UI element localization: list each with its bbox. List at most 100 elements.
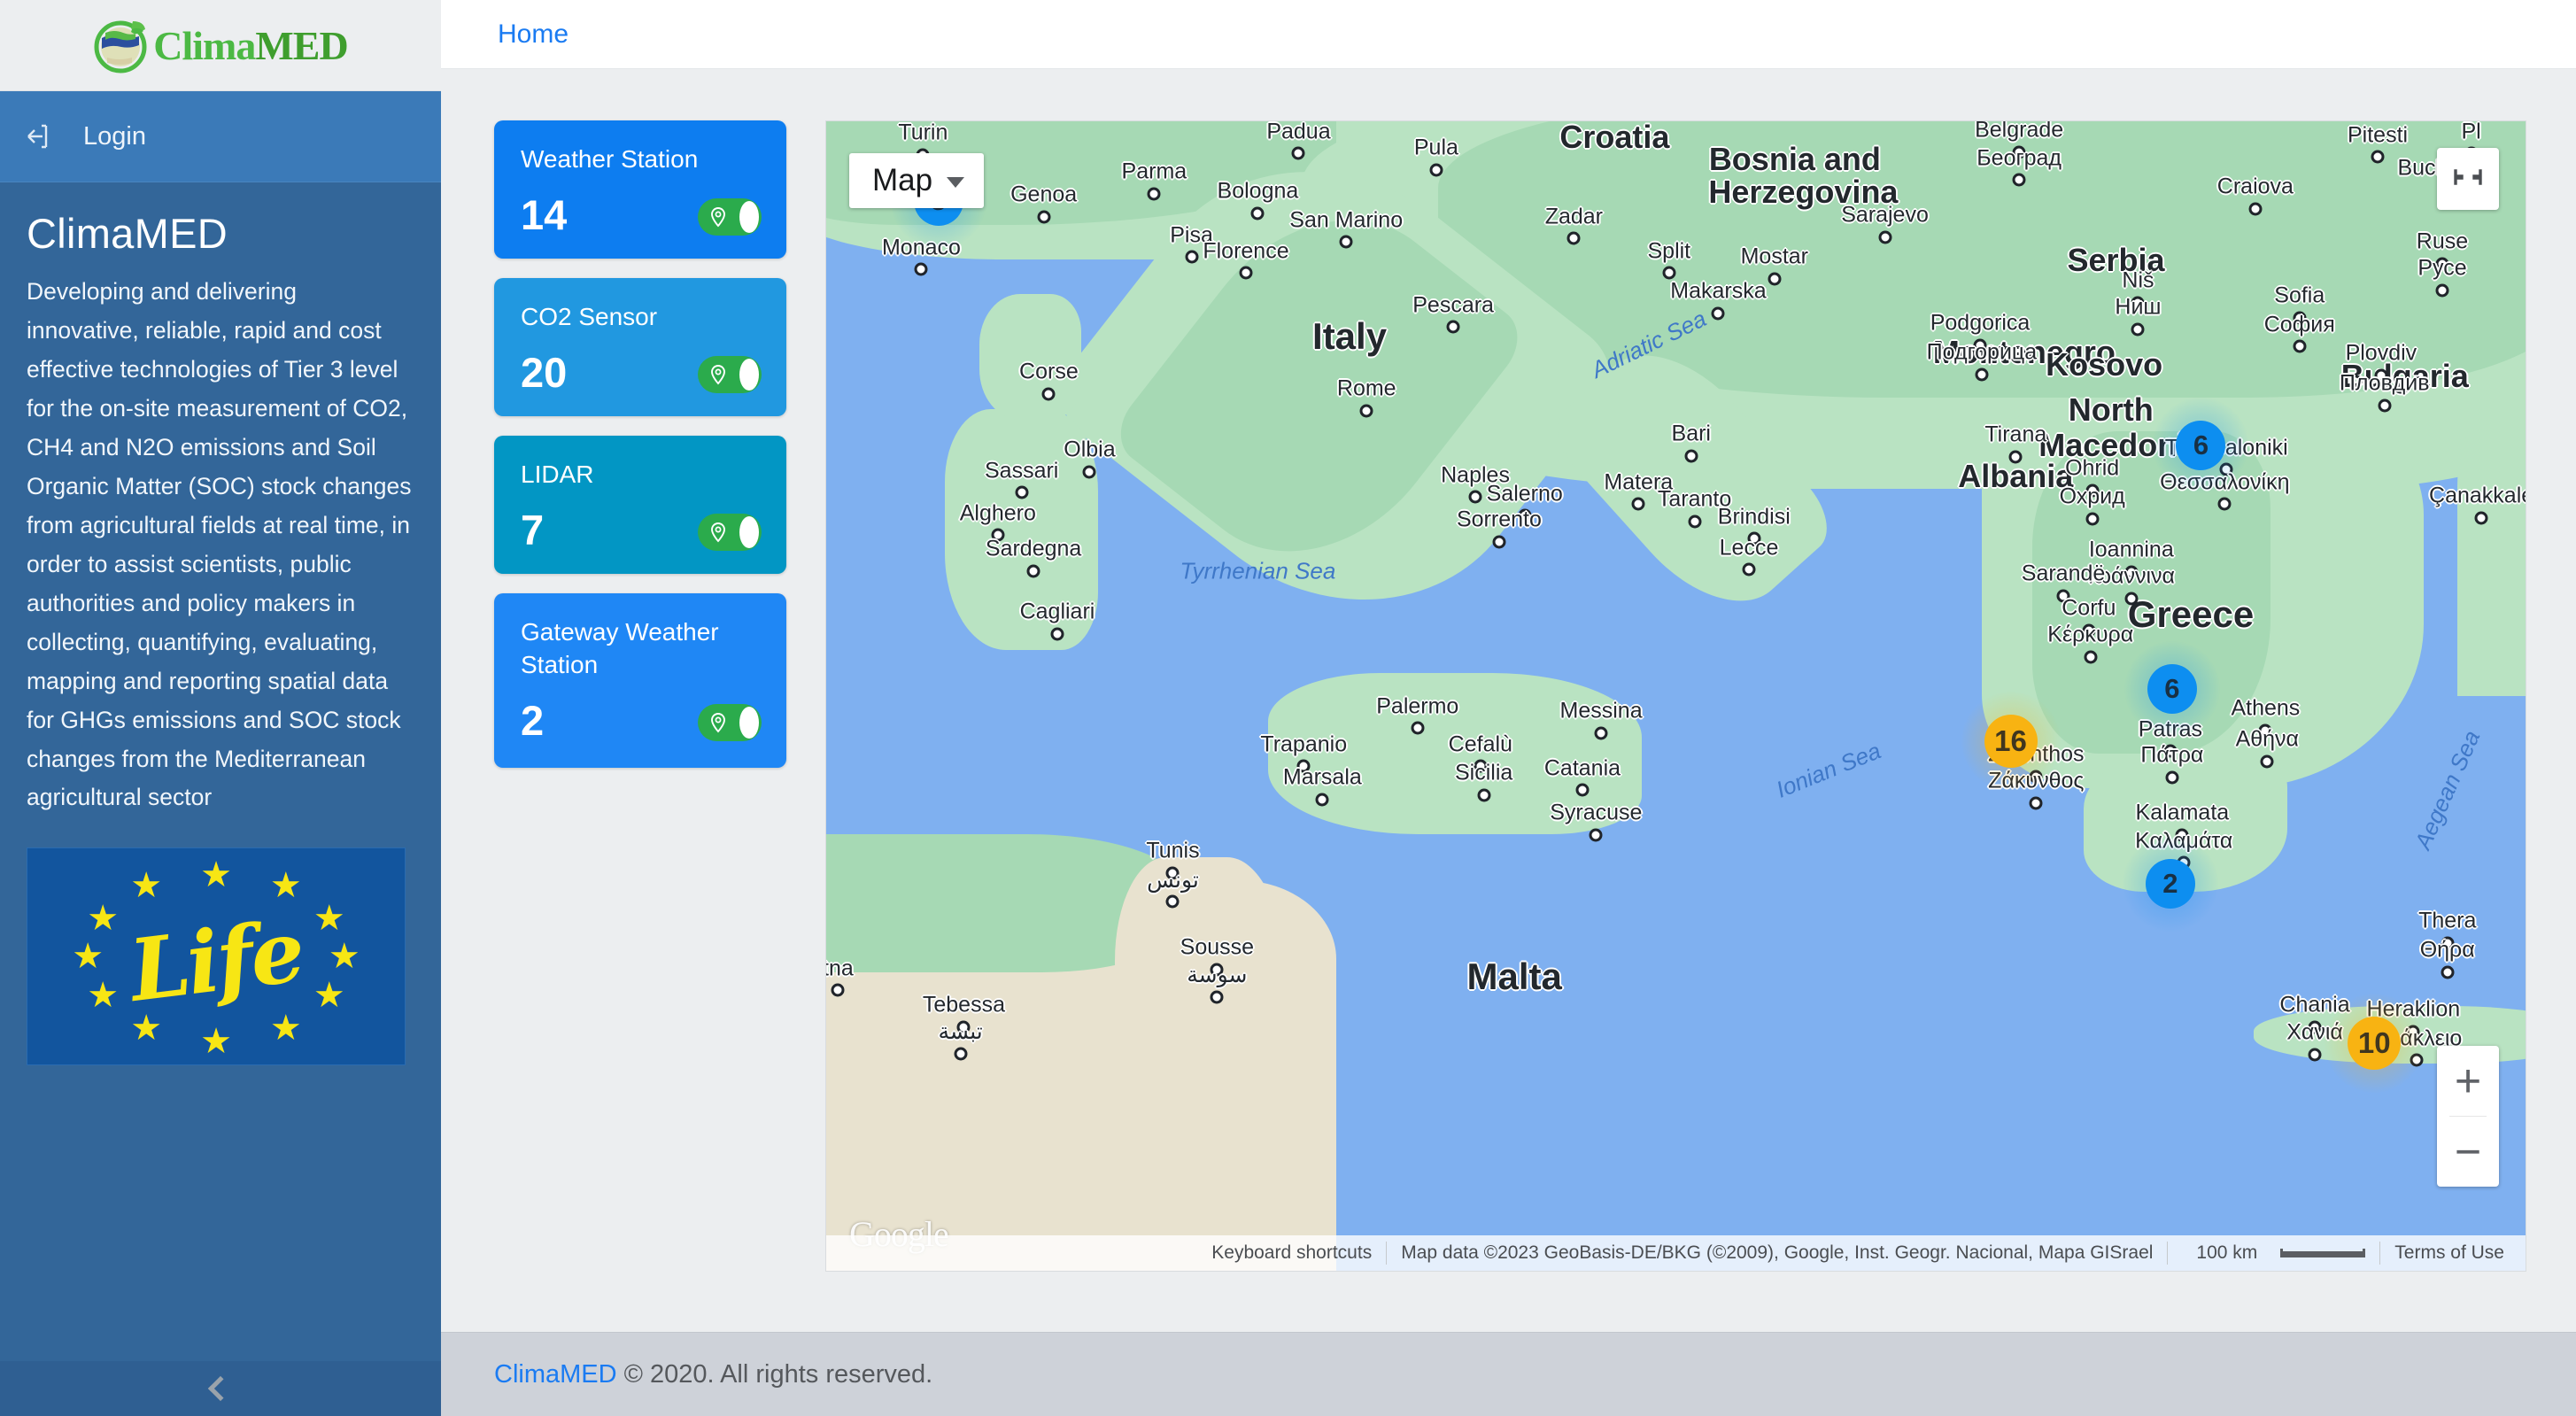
stat-card-value: 2 xyxy=(521,696,545,744)
map-city-dot xyxy=(2441,965,2455,979)
map-pin-icon xyxy=(708,712,729,733)
land-sardinia xyxy=(945,408,1099,651)
globe-leaf-icon xyxy=(93,17,150,74)
map-canvas[interactable]: Adriatic Sea Tyrrhenian Sea Ionian Sea A… xyxy=(826,121,2526,1271)
map-city-dot xyxy=(2085,484,2100,498)
chevron-down-icon xyxy=(947,177,965,188)
map-city-dot xyxy=(2084,650,2098,664)
stat-card-gateway-weather-station[interactable]: Gateway Weather Station 2 xyxy=(494,592,786,768)
eu-life-wordmark: Life xyxy=(124,901,308,1022)
chevron-left-icon xyxy=(207,1375,234,1402)
map-cluster-marker[interactable]: 10 xyxy=(2325,993,2425,1093)
terms-of-use-link[interactable]: Terms of Use xyxy=(2380,1242,2518,1264)
map-cluster-marker[interactable]: 6 xyxy=(2153,398,2249,494)
map-city-dot xyxy=(2012,145,2026,159)
footer-brand-link[interactable]: ClimaMED xyxy=(494,1360,617,1389)
map-cluster-marker[interactable]: 6 xyxy=(2123,641,2220,738)
map-city-dot xyxy=(1742,562,1756,576)
map-city-dot xyxy=(2131,322,2145,337)
map-attribution-bar: Keyboard shortcuts Map data ©2023 GeoBas… xyxy=(826,1235,2526,1271)
stat-card-co2-sensor[interactable]: CO2 Sensor 20 xyxy=(494,277,786,416)
show-on-map-toggle[interactable] xyxy=(698,355,762,393)
map-cluster-marker[interactable]: 16 xyxy=(1961,691,2061,791)
map-city-dot xyxy=(1429,163,1443,177)
map-city-dot xyxy=(2378,398,2392,413)
map-city-dot xyxy=(1165,894,1180,909)
map-city-dot xyxy=(1662,266,1676,280)
stat-card-lidar[interactable]: LIDAR 7 xyxy=(494,435,786,574)
map-city-dot xyxy=(1575,783,1590,797)
map-city-dot xyxy=(2441,936,2455,950)
map-cluster-marker[interactable]: 2 xyxy=(2122,835,2218,932)
map-city-dot xyxy=(2371,150,2385,164)
map-city-dot xyxy=(2258,723,2272,738)
show-on-map-toggle[interactable] xyxy=(698,513,762,551)
land-tunisia-coast xyxy=(1115,856,1286,1203)
map-city-dot xyxy=(2085,512,2100,526)
footer-copyright-text: © 2020. All rights reserved. xyxy=(616,1359,933,1389)
zoom-in-button[interactable]: + xyxy=(2437,1046,2499,1116)
map-city-dot xyxy=(2308,1020,2322,1034)
stat-card-value: 7 xyxy=(521,506,545,553)
map-city-dot xyxy=(1492,535,1506,549)
brand-header: ClimaMED xyxy=(0,0,441,91)
map-city-dot xyxy=(1566,231,1581,245)
map-city-dot xyxy=(1296,759,1311,773)
map-city-dot xyxy=(1210,963,1224,977)
map-city-dot xyxy=(2131,296,2145,310)
map-type-selector[interactable]: Map xyxy=(849,153,985,208)
fullscreen-icon xyxy=(2450,159,2486,199)
stat-card-footer: 2 xyxy=(521,700,762,741)
map-city-dot xyxy=(1594,726,1608,740)
map-city-dot xyxy=(1768,272,1782,286)
main-column: Home Weather Station 14 CO2 Sensor 20 LI… xyxy=(441,0,2576,1416)
map-city-dot xyxy=(2248,202,2263,216)
map-city-dot xyxy=(2435,257,2449,271)
map-city-dot xyxy=(2474,511,2488,525)
logo-wordmark: ClimaMED xyxy=(153,22,348,68)
map-city-dot xyxy=(2163,744,2178,758)
login-arrow-icon xyxy=(23,119,58,154)
map-city-dot xyxy=(1291,146,1305,160)
stat-card-value: 14 xyxy=(521,190,568,238)
keyboard-shortcuts-link[interactable]: Keyboard shortcuts xyxy=(1197,1242,1386,1264)
map-city-dot xyxy=(1684,449,1698,463)
sidebar-collapse-button[interactable] xyxy=(0,1361,441,1416)
map-city-dot xyxy=(2217,497,2232,511)
map-city-dot xyxy=(2293,339,2307,353)
map-scale-bar: 100 km xyxy=(2168,1242,2379,1264)
stat-card-list: Weather Station 14 CO2 Sensor 20 LIDAR 7… xyxy=(494,120,786,1332)
climamed-logo[interactable]: ClimaMED xyxy=(93,17,349,74)
breadcrumb-home[interactable]: Home xyxy=(498,19,569,50)
login-button[interactable]: Login xyxy=(0,91,441,182)
scale-bar-graphic xyxy=(2280,1249,2366,1257)
map-city-dot xyxy=(2260,754,2274,769)
map-city-dot xyxy=(2029,796,2043,810)
map-city-dot xyxy=(2435,283,2449,298)
map-city-dot xyxy=(2012,173,2026,187)
fullscreen-button[interactable] xyxy=(2437,148,2499,210)
map-city-dot xyxy=(2082,623,2096,638)
zoom-out-button[interactable]: − xyxy=(2437,1117,2499,1187)
map-city-dot xyxy=(1688,515,1702,529)
zoom-controls[interactable]: + − xyxy=(2437,1046,2499,1187)
map-city-dot xyxy=(1975,368,1989,382)
land-turkey-west xyxy=(2457,397,2526,696)
map-city-dot xyxy=(954,1047,968,1061)
map-city-dot xyxy=(1339,235,1353,249)
footer-copyright: ClimaMED © 2020. All rights reserved. xyxy=(494,1360,932,1389)
map-city-dot xyxy=(1468,490,1482,504)
map-city-dot xyxy=(1315,793,1329,807)
cluster-halo xyxy=(2123,641,2220,738)
sensor-map[interactable]: Adriatic Sea Tyrrhenian Sea Ionian Sea A… xyxy=(825,120,2526,1272)
show-on-map-toggle[interactable] xyxy=(698,703,762,741)
land-corsica xyxy=(979,293,1081,421)
map-pin-icon xyxy=(708,522,729,543)
map-city-dot xyxy=(1631,497,1645,511)
page-content: Weather Station 14 CO2 Sensor 20 LIDAR 7… xyxy=(441,69,2576,1332)
map-city-dot xyxy=(991,528,1005,542)
stat-card-weather-station[interactable]: Weather Station 14 xyxy=(494,120,786,259)
show-on-map-toggle[interactable] xyxy=(698,197,762,236)
map-city-dot xyxy=(2308,1048,2322,1062)
map-city-dot xyxy=(1711,306,1725,321)
